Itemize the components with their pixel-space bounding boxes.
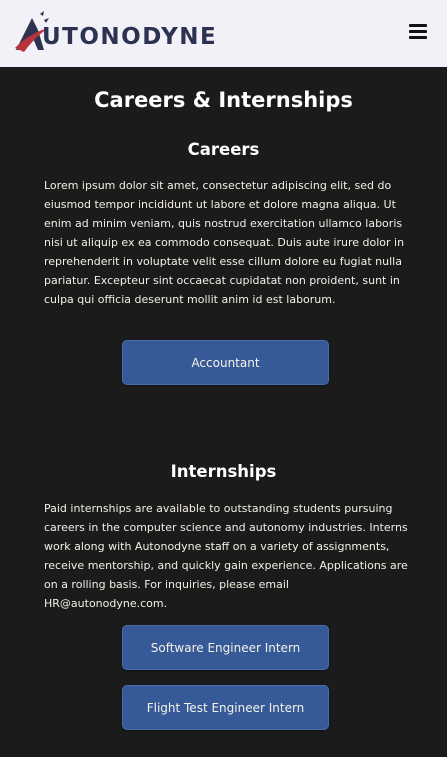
main-content: Careers & Internships Careers Lorem ipsu… [0,67,447,757]
flight-test-engineer-intern-button[interactable]: Flight Test Engineer Intern [122,685,329,730]
careers-description: Lorem ipsum dolor sit amet, consectetur … [44,179,405,306]
logo-text: UTONODYNE [42,24,218,50]
internships-description: Paid internships are available to outsta… [44,502,408,610]
page-title: Careers & Internships [94,88,353,112]
software-engineer-intern-button[interactable]: Software Engineer Intern [122,625,329,670]
careers-heading: Careers [187,140,260,159]
internships-heading: Internships [170,462,277,481]
hamburger-menu-icon[interactable] [409,24,427,40]
autonodyne-logo[interactable]: UTONODYNE [14,8,244,54]
accountant-button[interactable]: Accountant [122,340,329,385]
site-header: UTONODYNE [0,0,447,67]
